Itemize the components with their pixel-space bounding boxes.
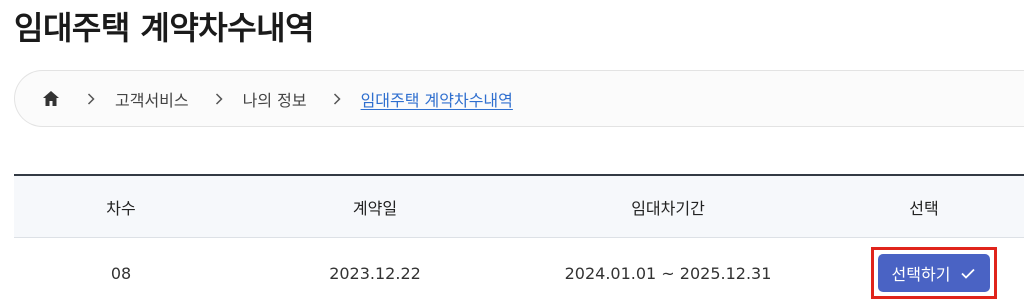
column-header-select: 선택 [909, 198, 939, 218]
highlight-box: 선택하기 [870, 247, 998, 299]
breadcrumb-item-contract-history[interactable]: 임대주택 계약차수내역 [361, 87, 513, 111]
table-row: 08 2023.12.22 2024.01.01 ~ 2025.12.31 선택… [14, 238, 1024, 304]
chevron-right-icon [85, 92, 97, 105]
cell-lease-period: 2024.01.01 ~ 2025.12.31 [564, 263, 772, 283]
column-header-lease-period: 임대차기간 [631, 198, 705, 218]
cell-contract-date: 2023.12.22 [329, 263, 421, 283]
page-title: 임대주택 계약차수내역 [14, 9, 315, 47]
cell-degree: 08 [110, 263, 132, 283]
breadcrumb: 고객서비스 나의 정보 임대주택 계약차수내역 [14, 70, 1024, 127]
chevron-right-icon [331, 92, 343, 105]
chevron-right-icon [213, 92, 225, 105]
home-icon[interactable] [41, 89, 61, 109]
table-header-row: 차수 계약일 임대차기간 선택 [14, 176, 1024, 238]
column-header-contract-date: 계약일 [352, 198, 398, 218]
breadcrumb-item-customer-service[interactable]: 고객서비스 [115, 87, 189, 111]
select-button[interactable]: 선택하기 [877, 254, 991, 292]
breadcrumb-item-my-info[interactable]: 나의 정보 [243, 87, 307, 111]
cell-select: 선택하기 [814, 247, 1024, 299]
contract-history-table: 차수 계약일 임대차기간 선택 08 2023.12.22 2024.01.01… [14, 174, 1024, 304]
check-icon [960, 265, 976, 281]
select-button-label: 선택하기 [891, 265, 951, 284]
column-header-degree: 차수 [106, 198, 136, 218]
